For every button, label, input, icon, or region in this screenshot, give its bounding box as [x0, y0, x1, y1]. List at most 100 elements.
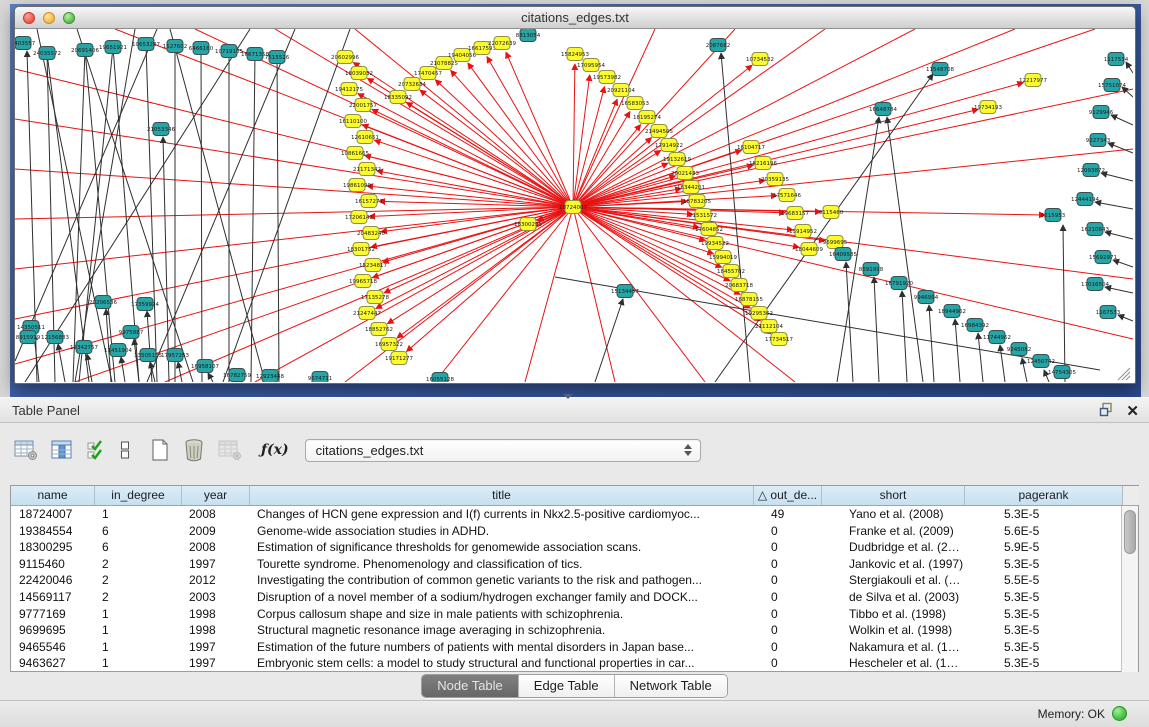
validate-data-icon[interactable] [86, 439, 106, 461]
table-cell[interactable]: 2 [94, 572, 181, 589]
network-node[interactable]: 1167533 [1096, 306, 1121, 319]
table-cell[interactable]: 1998 [181, 606, 249, 623]
table-cell[interactable]: 0 [753, 606, 821, 623]
table-cell[interactable]: 22420046 [11, 572, 94, 589]
table-cell[interactable]: 18300295 [11, 539, 94, 556]
network-node[interactable]: 21053346 [147, 123, 175, 136]
network-node[interactable]: 21112104 [755, 320, 783, 333]
network-node[interactable]: 21494505 [645, 125, 673, 138]
network-node[interactable]: 18783205 [683, 195, 711, 208]
float-panel-icon[interactable] [1099, 402, 1114, 422]
network-node[interactable]: 19412175 [335, 83, 363, 96]
table-cell[interactable]: 9115460 [11, 556, 94, 573]
table-row[interactable]: 977716911998Corpus callosum shape and si… [11, 606, 1121, 623]
network-node[interactable]: 11548708 [926, 63, 954, 76]
memory-ok-indicator[interactable] [1112, 706, 1127, 721]
network-node[interactable]: 17734517 [765, 333, 793, 346]
table-row[interactable]: 1872400712008Changes of HCN gene express… [11, 506, 1121, 523]
network-node[interactable]: 19683157 [781, 207, 809, 220]
table-row[interactable]: 1456911722003Disruption of a novel membe… [11, 589, 1121, 606]
tab-network-table[interactable]: Network Table [614, 675, 727, 697]
network-node[interactable]: 18852762 [365, 323, 393, 336]
row-height-icon[interactable] [119, 439, 131, 461]
close-panel-icon[interactable]: ✕ [1126, 404, 1139, 420]
table-cell[interactable]: 2008 [181, 506, 249, 523]
column-header-year[interactable]: year [181, 486, 249, 505]
network-node[interactable]: 18039032 [345, 67, 373, 80]
table-row[interactable]: 1938455462009Genome-wide association stu… [11, 523, 1121, 540]
vertical-scrollbar[interactable] [1121, 506, 1138, 672]
table-cell[interactable]: 1998 [181, 622, 249, 639]
table-cell[interactable]: 0 [753, 622, 821, 639]
network-view[interactable]: 1872400718300295140355724035572206914061… [15, 29, 1133, 382]
network-node[interactable]: 18044609 [795, 243, 823, 256]
network-node[interactable]: 19295362 [745, 307, 773, 320]
table-cell[interactable]: 1 [94, 655, 181, 672]
network-node[interactable]: 16984392 [961, 319, 989, 332]
network-node[interactable]: 17571646 [773, 189, 801, 202]
table-cell[interactable]: 1 [94, 622, 181, 639]
table-cell[interactable]: Embryonic stem cells: a model to study s… [249, 655, 753, 672]
network-node[interactable]: 19965718 [349, 275, 377, 288]
network-node[interactable]: 16957322 [375, 338, 403, 351]
table-cell[interactable]: Tibbo et al. (1998) [821, 606, 964, 623]
table-cell[interactable]: 2 [94, 589, 181, 606]
table-cell[interactable]: 5.3E-5 [964, 639, 1121, 656]
table-cell[interactable]: 0 [753, 589, 821, 606]
network-node[interactable]: 17604852 [695, 223, 723, 236]
table-cell[interactable]: 6 [94, 523, 181, 540]
table-cell[interactable]: 14569117 [11, 589, 94, 606]
table-cell[interactable]: Corpus callosum shape and size in male p… [249, 606, 753, 623]
table-cell[interactable]: 2003 [181, 589, 249, 606]
network-node[interactable]: 10861665 [341, 147, 369, 160]
table-cell[interactable]: 5.9E-5 [964, 539, 1121, 556]
network-node[interactable]: 12450742 [1027, 355, 1055, 368]
network-node[interactable]: 12217977 [1019, 74, 1047, 87]
network-node[interactable]: 19171277 [385, 352, 413, 365]
table-cell[interactable]: Estimation of the future numbers of pati… [249, 639, 753, 656]
column-visibility-icon[interactable] [51, 439, 73, 461]
network-node[interactable]: 21171342 [353, 163, 381, 176]
network-node[interactable]: 16958107 [191, 360, 219, 373]
table-row[interactable]: 946554611997Estimation of the future num… [11, 639, 1121, 656]
table-cell[interactable]: 5.3E-5 [964, 622, 1121, 639]
table-settings-icon[interactable] [14, 439, 38, 461]
network-node[interactable]: 15994019 [709, 251, 737, 264]
network-node[interactable]: 11744962 [983, 331, 1011, 344]
table-cell[interactable]: 9777169 [11, 606, 94, 623]
tab-edge-table[interactable]: Edge Table [518, 675, 614, 697]
table-cell[interactable]: Investigating the contribution of common… [249, 572, 753, 589]
network-node[interactable]: 2087682 [706, 39, 731, 52]
table-cell[interactable]: Nakamura et al. (1997) [821, 639, 964, 656]
network-node[interactable]: 12093872 [1077, 164, 1105, 177]
table-cell[interactable]: Estimation of significance thresholds fo… [249, 539, 753, 556]
table-cell[interactable]: 0 [753, 523, 821, 540]
table-cell[interactable]: 5.3E-5 [964, 556, 1121, 573]
network-node[interactable]: 15692971 [1089, 251, 1117, 264]
table-cell[interactable]: de Silva et al. (2003) [821, 589, 964, 606]
table-cell[interactable]: 6 [94, 539, 181, 556]
network-node[interactable]: 20921104 [607, 84, 635, 97]
table-cell[interactable]: 2008 [181, 539, 249, 556]
table-row[interactable]: 969969511998Structural magnetic resonanc… [11, 622, 1121, 639]
table-cell[interactable]: 5.6E-5 [964, 523, 1121, 540]
table-cell[interactable]: Tourette syndrome. Phenomenology and cla… [249, 556, 753, 573]
network-canvas[interactable]: 1872400718300295140355724035572206914061… [15, 29, 1133, 382]
create-table-icon[interactable] [150, 438, 170, 462]
table-cell[interactable]: 1 [94, 506, 181, 523]
table-row[interactable]: 1830029562008Estimation of significance … [11, 539, 1121, 556]
table-cell[interactable]: Hescheler et al. (1997) [821, 655, 964, 672]
network-node[interactable]: 6466160 [189, 42, 214, 55]
table-cell[interactable]: 5.3E-5 [964, 606, 1121, 623]
table-cell[interactable]: Genome-wide association studies in ADHD. [249, 523, 753, 540]
table-cell[interactable]: 9463627 [11, 655, 94, 672]
table-cell[interactable]: 0 [753, 556, 821, 573]
table-cell[interactable]: 2012 [181, 572, 249, 589]
network-node[interactable]: 9699695 [823, 236, 848, 249]
table-row[interactable]: 946362711997Embryonic stem cells: a mode… [11, 655, 1121, 672]
table-cell[interactable]: 5.5E-5 [964, 572, 1121, 589]
table-cell[interactable]: 5.3E-5 [964, 655, 1121, 672]
column-header-pagerank[interactable]: pagerank [964, 486, 1122, 505]
network-node[interactable]: 8691998 [859, 263, 884, 276]
table-cell[interactable]: 9465546 [11, 639, 94, 656]
